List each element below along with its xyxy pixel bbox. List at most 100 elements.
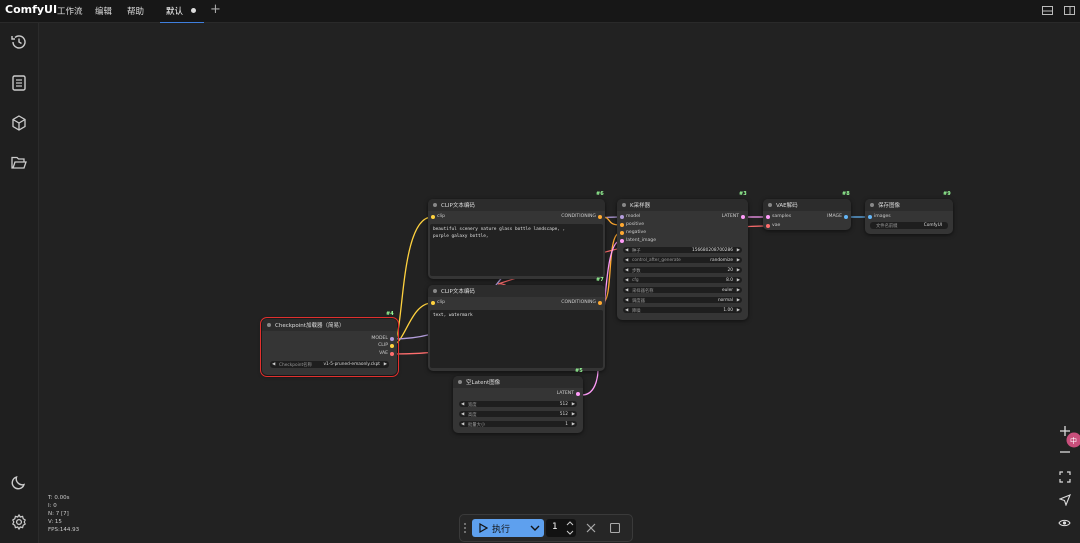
node-vae-decode[interactable]: VAE解码 samples vae IMAGE xyxy=(763,199,851,230)
widget-label: cfg xyxy=(632,277,639,283)
increment-arrow-icon[interactable]: ▶ xyxy=(572,422,575,427)
input-clip-port[interactable] xyxy=(431,215,435,219)
widget-filename-prefix[interactable]: 文件名前缀 ComfyUI xyxy=(870,222,948,229)
node-title-bar[interactable]: CLIP文本编码 xyxy=(428,199,605,211)
widget-scheduler[interactable]: ◀ 调度器 normal ▶ xyxy=(623,297,742,304)
decrement-arrow-icon[interactable]: ◀ xyxy=(625,308,628,313)
node-clip-text-encode-negative[interactable]: CLIP文本编码 clip CONDITIONING text, waterma… xyxy=(428,285,605,371)
decrement-arrow-icon[interactable]: ◀ xyxy=(625,288,628,293)
collapse-dot-icon[interactable] xyxy=(433,289,437,293)
output-conditioning-port[interactable] xyxy=(598,301,602,305)
decrement-arrow-icon[interactable]: ◀ xyxy=(461,422,464,427)
widget-value: 512 xyxy=(559,401,568,407)
increment-arrow-icon[interactable]: ▶ xyxy=(572,412,575,417)
run-mode-dropdown[interactable] xyxy=(526,519,544,537)
increment-icon[interactable] xyxy=(566,521,574,526)
widget-batch-size[interactable]: ◀ 批量大小 1 ▶ xyxy=(459,421,577,428)
input-clip-port[interactable] xyxy=(431,301,435,305)
fit-view-icon[interactable] xyxy=(1059,471,1071,483)
output-conditioning-port[interactable] xyxy=(598,215,602,219)
translate-avatar-icon[interactable]: 中 xyxy=(1066,432,1080,448)
ckpt-name-combo[interactable]: ◀ Checkpoint名称 v1-5-pruned-emaonly.ckpt … xyxy=(270,361,389,368)
collapse-dot-icon[interactable] xyxy=(870,203,874,207)
node-save-image[interactable]: 保存图像 images 文件名前缀 ComfyUI xyxy=(865,199,953,234)
canvas-controls: 中 xyxy=(1052,418,1080,538)
output-latent-port[interactable] xyxy=(576,392,580,396)
node-id-badge: #9 xyxy=(943,191,951,197)
stop-square-icon[interactable] xyxy=(610,523,620,533)
toggle-links-eye-icon[interactable] xyxy=(1058,518,1071,528)
batch-count-input[interactable]: 1 xyxy=(546,519,576,537)
zoom-out-icon[interactable] xyxy=(1059,450,1071,454)
widget-width[interactable]: ◀ 宽度 512 ▶ xyxy=(459,401,577,408)
widget-height[interactable]: ◀ 高度 512 ▶ xyxy=(459,411,577,418)
increment-arrow-icon[interactable]: ▶ xyxy=(737,298,740,303)
node-ksampler[interactable]: K采样器 model positive negative latent_imag… xyxy=(617,199,748,320)
collapse-dot-icon[interactable] xyxy=(458,380,462,384)
run-button[interactable]: 执行 xyxy=(472,519,526,537)
input-vae-port[interactable] xyxy=(766,224,770,228)
prompt-textarea[interactable]: text, watermark xyxy=(430,310,603,368)
node-checkpoint-loader[interactable]: Checkpoint加载器（简易） MODEL CLIP VAE ◀ Check… xyxy=(260,317,399,377)
collapse-dot-icon[interactable] xyxy=(267,323,271,327)
prompt-textarea[interactable]: beautiful scenery nature glass bottle la… xyxy=(430,224,603,276)
drag-handle-icon[interactable] xyxy=(463,522,467,534)
select-pointer-icon[interactable] xyxy=(1059,494,1071,506)
node-title-bar[interactable]: CLIP文本编码 xyxy=(428,285,605,297)
input-positive-port[interactable] xyxy=(620,223,624,227)
increment-arrow-icon[interactable]: ▶ xyxy=(737,288,740,293)
prompt-line-1: beautiful scenery nature glass bottle la… xyxy=(433,227,566,232)
input-negative-port[interactable] xyxy=(620,231,624,235)
widget-steps[interactable]: ◀ 步数 20 ▶ xyxy=(623,267,742,274)
increment-arrow-icon[interactable]: ▶ xyxy=(737,248,740,253)
node-empty-latent-image[interactable]: 空Latent图像 LATENT ◀ 宽度 512 ▶ ◀ 高度 512 ▶ ◀ 批量大小 1 ▶ xyxy=(453,376,583,433)
node-title-bar[interactable]: Checkpoint加载器（简易） xyxy=(262,319,397,331)
decrement-arrow-icon[interactable]: ◀ xyxy=(625,248,628,253)
decrement-arrow-icon[interactable]: ◀ xyxy=(461,402,464,407)
increment-arrow-icon[interactable]: ▶ xyxy=(737,268,740,273)
widget-sampler-name[interactable]: ◀ 采样器名称 euler ▶ xyxy=(623,287,742,294)
decrement-arrow-icon[interactable]: ◀ xyxy=(625,258,628,263)
clear-queue-close-icon[interactable] xyxy=(586,523,596,533)
performance-stats: T: 0.00s I: 0 N: 7 [7] V: 15 FPS:144.93 xyxy=(48,494,79,534)
decrement-arrow-icon[interactable]: ◀ xyxy=(625,298,628,303)
decrement-arrow-icon[interactable]: ◀ xyxy=(625,268,628,273)
node-title-bar[interactable]: 保存图像 xyxy=(865,199,953,211)
node-title-bar[interactable]: 空Latent图像 xyxy=(453,376,583,388)
widget-control-after-generate[interactable]: ◀ control_after_generate randomize ▶ xyxy=(623,257,742,263)
increment-arrow-icon[interactable]: ▶ xyxy=(572,402,575,407)
widget-seed[interactable]: ◀ 种子 156680208700286 ▶ xyxy=(623,247,742,254)
input-model-port[interactable] xyxy=(620,215,624,219)
node-title-bar[interactable]: K采样器 xyxy=(617,199,748,211)
collapse-dot-icon[interactable] xyxy=(433,203,437,207)
output-image-label: IMAGE xyxy=(827,214,842,219)
widget-cfg[interactable]: ◀ cfg 8.0 ▶ xyxy=(623,277,742,283)
increment-arrow-icon[interactable]: ▶ xyxy=(737,308,740,313)
output-image-port[interactable] xyxy=(844,215,848,219)
input-samples-port[interactable] xyxy=(766,215,770,219)
queue-actionbar: 执行 1 xyxy=(459,514,633,542)
decrement-arrow-icon[interactable]: ◀ xyxy=(461,412,464,417)
decrement-icon[interactable] xyxy=(566,530,574,535)
stat-fps: FPS:144.93 xyxy=(48,527,80,533)
output-clip-port[interactable] xyxy=(390,344,394,348)
collapse-dot-icon[interactable] xyxy=(622,203,626,207)
increment-arrow-icon[interactable]: ▶ xyxy=(737,278,740,283)
output-model-port[interactable] xyxy=(390,337,394,341)
widget-label: 宽度 xyxy=(468,402,477,408)
node-title-bar[interactable]: VAE解码 xyxy=(763,199,851,211)
collapse-dot-icon[interactable] xyxy=(768,203,772,207)
input-clip-label: clip xyxy=(437,214,445,219)
combo-left-arrow-icon[interactable]: ◀ xyxy=(272,362,275,367)
combo-right-arrow-icon[interactable]: ▶ xyxy=(384,362,387,367)
output-latent-port[interactable] xyxy=(741,215,745,219)
input-images-port[interactable] xyxy=(868,215,872,219)
widget-denoise[interactable]: ◀ 降噪 1.00 ▶ xyxy=(623,307,742,314)
output-vae-port[interactable] xyxy=(390,352,394,356)
input-model-label: model xyxy=(626,214,641,219)
node-clip-text-encode-positive[interactable]: CLIP文本编码 clip CONDITIONING beautiful sce… xyxy=(428,199,605,279)
decrement-arrow-icon[interactable]: ◀ xyxy=(625,278,628,283)
increment-arrow-icon[interactable]: ▶ xyxy=(737,258,740,263)
input-latent-image-port[interactable] xyxy=(620,239,624,243)
input-vae-label: vae xyxy=(772,223,781,228)
